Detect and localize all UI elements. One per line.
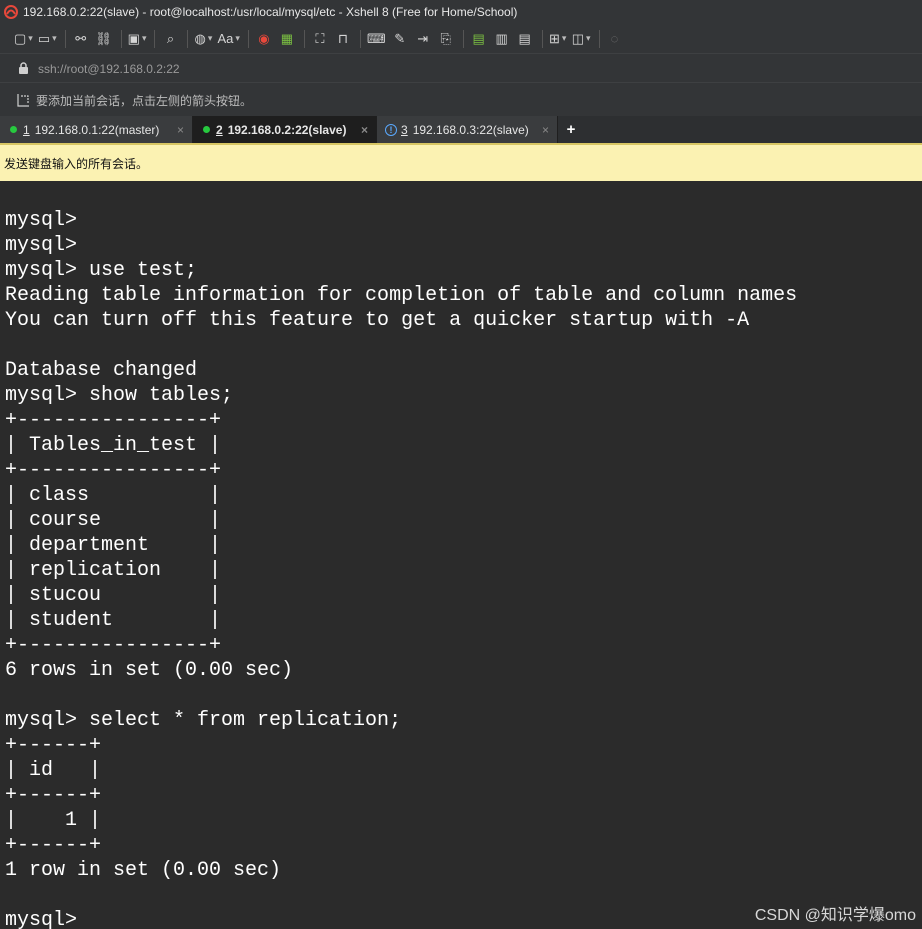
toolbar: ▢ ▭ ⚯ ⛓ ▣ ⌕ ◍ Aa ◉ ▦ ⛶ ⊓ ⌨ ✎ ⇥ ⎘ ▤ ▥ ▤ ⊞… <box>0 24 922 53</box>
add-tab-button[interactable]: + <box>558 116 584 143</box>
tab-label: 192.168.0.3:22(slave) <box>412 122 529 137</box>
session-hint-text: 要添加当前会话，点击左侧的箭头按钮。 <box>36 93 253 108</box>
title-bar: 192.168.0.2:22(slave) - root@localhost:/… <box>0 0 922 24</box>
toolbar-divider <box>120 29 122 48</box>
window-title: 192.168.0.2:22(slave) - root@localhost:/… <box>23 5 518 19</box>
help-icon[interactable]: ◌ <box>606 28 624 50</box>
address-text: ssh://root@192.168.0.2:22 <box>38 61 180 76</box>
session-hint-bar: 要添加当前会话，点击左侧的箭头按钮。 <box>0 82 922 117</box>
lock-icon <box>18 62 32 75</box>
new-tab-icon[interactable]: ▣ <box>128 28 147 50</box>
lock-icon[interactable]: ⊓ <box>334 28 352 50</box>
terminal-area[interactable]: mysql> mysql> mysql> use test; Reading t… <box>0 181 922 929</box>
send-to-all-text: 发送键盘输入的所有会话。 <box>4 156 149 171</box>
tab-label: 192.168.0.1:22(master) <box>34 122 160 137</box>
script-icon[interactable]: ⎘ <box>437 28 455 50</box>
transfer-icon[interactable]: ⇥ <box>414 28 432 50</box>
tab-session-3[interactable]: ! 3 192.168.0.3:22(slave) × <box>377 116 558 143</box>
xftp-icon[interactable]: ▦ <box>278 28 296 50</box>
toolbar-divider <box>187 29 189 48</box>
send-to-all-bar: 发送键盘输入的所有会话。 <box>0 143 922 181</box>
tab-session-2[interactable]: 2 192.168.0.2:22(slave) × <box>193 116 377 143</box>
pen-icon[interactable]: ✎ <box>391 28 409 50</box>
open-folder-icon[interactable]: ▭ <box>38 28 57 50</box>
connected-status-icon <box>203 126 210 133</box>
warning-status-icon: ! <box>385 123 397 136</box>
watermark: CSDN @知识学爆omo <box>754 907 916 924</box>
add-tab-icon[interactable]: ⊞ <box>549 28 567 50</box>
connected-status-icon <box>10 126 17 133</box>
address-bar[interactable]: ssh://root@192.168.0.2:22 <box>0 53 922 83</box>
reconnect-icon[interactable]: ⚯ <box>72 28 90 50</box>
tab-number: 3 <box>401 122 408 137</box>
toolbar-divider <box>154 29 156 48</box>
globe-icon[interactable]: ◍ <box>194 28 212 50</box>
new-session-icon[interactable]: ▢ <box>14 28 33 50</box>
tab-number: 1 <box>23 122 30 137</box>
toolbar-divider <box>462 29 464 48</box>
toolbar-divider <box>64 29 66 48</box>
fullscreen-icon[interactable]: ⛶ <box>311 28 329 50</box>
toolbar-divider <box>359 29 361 48</box>
search-icon[interactable]: ⌕ <box>161 28 179 50</box>
tab-close-icon[interactable]: × <box>542 123 549 137</box>
keyboard-icon[interactable]: ⌨ <box>367 28 386 50</box>
xshell-icon[interactable]: ◉ <box>255 28 273 50</box>
tab-number: 2 <box>216 122 223 137</box>
layout-icon[interactable]: ◫ <box>572 28 591 50</box>
terminal-output[interactable]: mysql> mysql> mysql> use test; Reading t… <box>5 208 797 929</box>
toolbar-divider <box>303 29 305 48</box>
tab-session-1[interactable]: 1 192.168.0.1:22(master) × <box>0 116 193 143</box>
disconnect-icon[interactable]: ⛓ <box>95 28 113 50</box>
tab-label: 192.168.0.2:22(slave) <box>227 122 347 137</box>
toolbar-divider <box>598 29 600 48</box>
tab-close-icon[interactable]: × <box>361 123 368 137</box>
tab-close-icon[interactable]: × <box>177 123 184 137</box>
font-button[interactable]: Aa <box>217 28 239 50</box>
toolbar-divider <box>541 29 543 48</box>
toolbar-divider <box>247 29 249 48</box>
xshell-logo-icon <box>3 4 19 20</box>
add-session-arrow-icon[interactable] <box>16 93 32 107</box>
compose-icon[interactable]: ▤ <box>470 28 488 50</box>
notes-icon[interactable]: ▤ <box>516 28 534 50</box>
tab-bar: 1 192.168.0.1:22(master) × 2 192.168.0.2… <box>0 116 922 143</box>
compose-bar-icon[interactable]: ▥ <box>493 28 511 50</box>
